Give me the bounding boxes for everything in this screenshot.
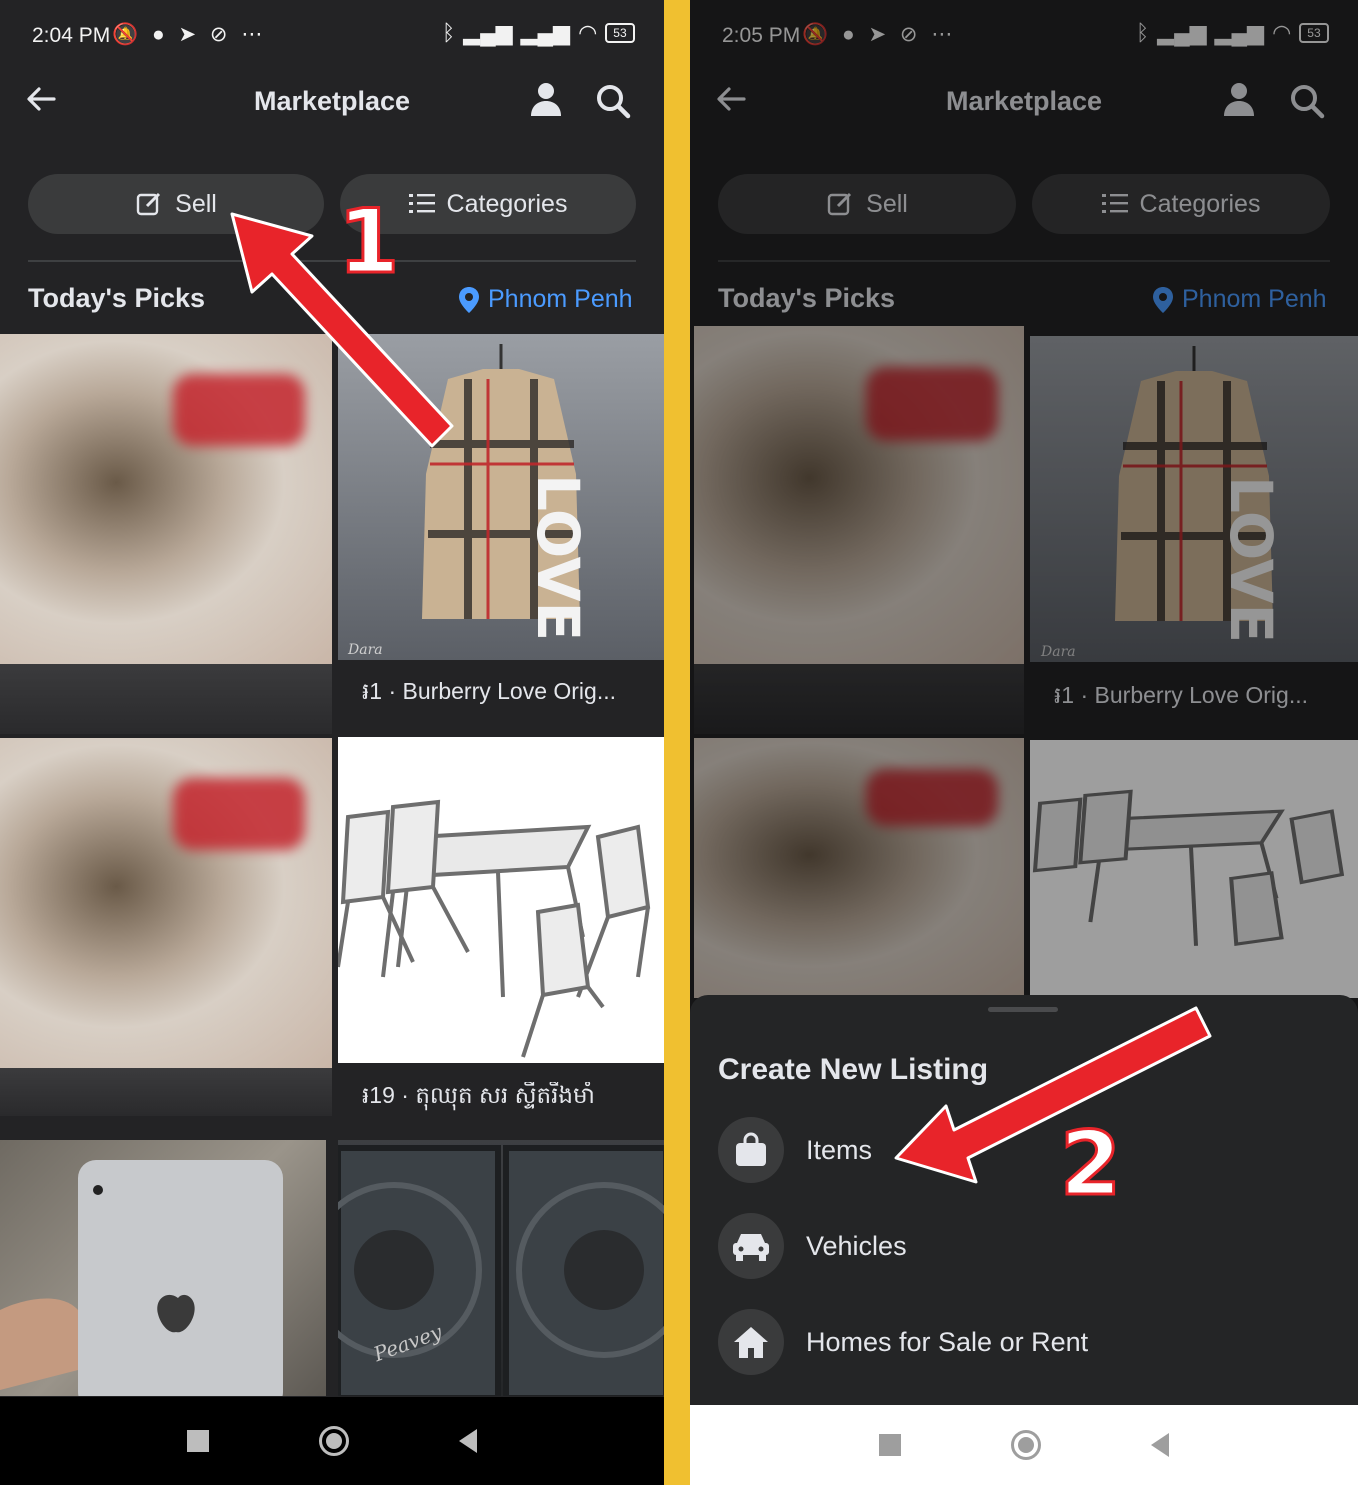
categories-label: Categories — [446, 189, 568, 218]
list-icon — [408, 194, 435, 213]
status-time: 2:04 PM — [32, 24, 111, 47]
shirt-listing-photo[interactable]: LOVE Dara — [338, 334, 664, 660]
step-number-2: 2 — [1058, 1111, 1122, 1217]
location-label: Phnom Penh — [488, 285, 633, 313]
house-icon — [718, 1309, 784, 1375]
back-icon[interactable] — [459, 1429, 477, 1453]
android-nav-bar — [0, 1397, 664, 1485]
profile-icon[interactable] — [528, 80, 564, 118]
option-items[interactable]: Items — [718, 1117, 872, 1183]
listing-caption[interactable]: ៛19 · តុឈុត សរ ស្ទីតរឹងមាំ — [362, 1082, 652, 1115]
signal-icon: ▂▄▆ — [463, 20, 513, 45]
location-pin-icon — [459, 286, 479, 313]
more-notifications-icon: ⋯ — [241, 23, 267, 46]
option-label: Items — [806, 1134, 873, 1165]
step-number-1: 1 — [336, 189, 400, 295]
search-icon[interactable] — [594, 82, 632, 120]
location-link[interactable]: Phnom Penh — [458, 285, 633, 314]
left-phone-screen: 2:04 PM 🔕 ● ➤ ⊘ ⋯ ᛒ ▂▄▆ ▂▄▆ ◠ 53 Marketp… — [0, 0, 664, 1485]
sell-label: Sell — [175, 189, 217, 218]
shirt-image: LOVE Dara — [347, 344, 592, 658]
wifi-icon: ◠ — [578, 20, 598, 45]
sheet-title: Create New Listing — [718, 1053, 989, 1086]
listing-caption[interactable]: ៛1 · Burberry Love Orig... — [362, 678, 652, 711]
grid-gutter — [332, 334, 338, 1396]
speaker-image: Peavey — [334, 1145, 664, 1396]
speaker-listing-photo[interactable]: Peavey — [334, 1140, 664, 1396]
edit-icon — [136, 192, 161, 216]
home-icon[interactable] — [1011, 1430, 1041, 1460]
svg-text:LOVE: LOVE — [524, 474, 592, 641]
divider — [28, 260, 636, 262]
right-phone-screen: 2:05 PM 🔕 ● ➤ ⊘ ⋯ ᛒ ▂▄▆ ▂▄▆ ◠ 53 Marketp… — [690, 0, 1358, 1485]
notification-icons: 🔕 ● ➤ ⊘ ⋯ — [112, 23, 267, 46]
system-status-icons: ᛒ ▂▄▆ ▂▄▆ ◠ 53 — [442, 20, 635, 46]
listing-photo-blurred[interactable] — [0, 334, 332, 664]
battery-icon: 53 — [605, 23, 635, 43]
ipad-listing-photo[interactable] — [0, 1140, 326, 1396]
option-vehicles[interactable]: Vehicles — [718, 1213, 907, 1279]
svg-text:Dara: Dara — [347, 642, 383, 658]
recent-apps-icon[interactable] — [187, 1430, 209, 1452]
recent-apps-icon[interactable] — [879, 1434, 901, 1456]
create-listing-sheet: Create New Listing Items Vehicles Homes … — [690, 995, 1358, 1405]
listing-photo-blurred[interactable] — [0, 738, 332, 1068]
home-icon[interactable] — [319, 1426, 349, 1456]
signal-icon: ▂▄▆ — [520, 20, 571, 45]
sheet-handle[interactable] — [988, 1007, 1058, 1012]
option-label: Vehicles — [806, 1230, 907, 1261]
ipad-image — [0, 1160, 283, 1396]
listing-caption-blurred — [0, 1068, 332, 1116]
bluetooth-icon: ᛒ — [442, 20, 456, 45]
page-title: Marketplace — [253, 86, 411, 116]
status-bar: 2:04 PM 🔕 ● ➤ ⊘ ⋯ ᛒ ▂▄▆ ▂▄▆ ◠ 53 — [0, 0, 664, 72]
table-chairs-listing-photo[interactable] — [338, 737, 664, 1063]
todays-picks-title: Today's Picks — [28, 283, 206, 313]
back-icon[interactable] — [1151, 1433, 1169, 1457]
android-nav-bar — [690, 1405, 1358, 1485]
shopping-bag-icon — [718, 1117, 784, 1183]
listing-caption-blurred — [0, 664, 332, 734]
table-chairs-image — [338, 799, 651, 1058]
sell-button[interactable]: Sell — [28, 174, 324, 234]
car-icon — [718, 1213, 784, 1279]
option-label: Homes for Sale or Rent — [806, 1326, 1089, 1357]
app-header: Marketplace — [0, 70, 664, 140]
option-homes[interactable]: Homes for Sale or Rent — [718, 1309, 1088, 1375]
